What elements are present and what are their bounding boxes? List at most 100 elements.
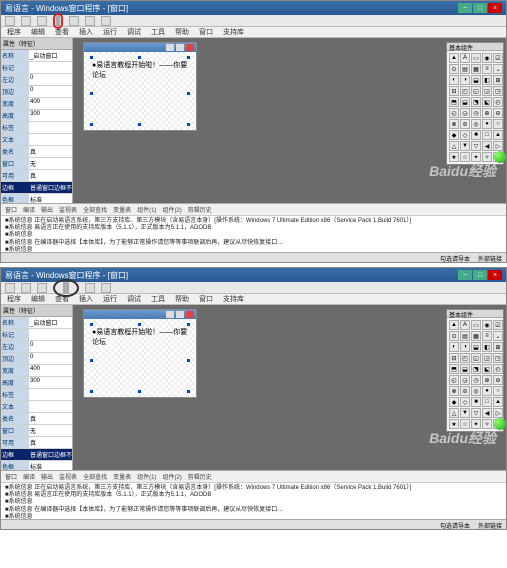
toolbox-tool[interactable]: ⊙ bbox=[449, 331, 459, 341]
toolbox-tool[interactable]: ◵ bbox=[449, 108, 459, 118]
toolbox-tool[interactable]: ▲ bbox=[493, 397, 503, 407]
toolbox-tool[interactable]: ▭ bbox=[471, 320, 481, 330]
handle-icon[interactable] bbox=[138, 123, 141, 126]
handle-icon[interactable] bbox=[90, 56, 93, 59]
design-canvas[interactable]: ●易语言教程开始啦！——你要论坛 基本组件 ▲A▭◉☑⊙▤▦≡⌄◐◑⬓◧⊞⊟◰◱… bbox=[73, 305, 506, 470]
tab-item[interactable]: 窗口 bbox=[5, 472, 17, 481]
property-value[interactable]: 无 bbox=[29, 158, 72, 169]
property-row[interactable]: 高度300 bbox=[1, 377, 72, 389]
handle-icon[interactable] bbox=[187, 359, 190, 362]
property-value[interactable] bbox=[29, 62, 72, 73]
handle-icon[interactable] bbox=[138, 56, 141, 59]
toolbox-tool[interactable]: ◉ bbox=[482, 53, 492, 63]
property-value[interactable]: 真 bbox=[29, 437, 72, 448]
toolbox-tool[interactable]: □ bbox=[482, 397, 492, 407]
tab-item[interactable]: 窗口 bbox=[5, 205, 17, 214]
tab-item[interactable]: 全部查找 bbox=[83, 205, 107, 214]
property-row[interactable]: 文本 bbox=[1, 401, 72, 413]
toolbox-tool[interactable]: ◐ bbox=[449, 75, 459, 85]
property-value[interactable]: 0 bbox=[29, 86, 72, 97]
property-value[interactable]: 0 bbox=[29, 353, 72, 364]
tab-item[interactable]: 组件(2) bbox=[162, 472, 181, 481]
toolbox-tool[interactable]: ⊕ bbox=[482, 108, 492, 118]
toolbox-tool[interactable]: ◇ bbox=[460, 397, 470, 407]
property-row[interactable]: 名称_启动窗口 bbox=[1, 50, 72, 62]
tab-item[interactable]: 编译 bbox=[23, 472, 35, 481]
property-value[interactable]: 0 bbox=[29, 341, 72, 352]
property-row[interactable]: 标签 bbox=[1, 122, 72, 134]
tab-item[interactable]: 变量表 bbox=[113, 472, 131, 481]
property-row[interactable]: 色框标准 bbox=[1, 461, 72, 470]
maximize-button[interactable]: □ bbox=[473, 3, 487, 13]
menu-item[interactable]: 工具 bbox=[151, 294, 165, 304]
property-value[interactable]: 真 bbox=[29, 413, 72, 424]
toolbox-tool[interactable]: ⬓ bbox=[471, 75, 481, 85]
property-value[interactable]: _启动窗口 bbox=[29, 317, 72, 328]
property-value[interactable]: 300 bbox=[29, 110, 72, 121]
toolbox-tool[interactable]: ⊗ bbox=[449, 386, 459, 396]
handle-icon[interactable] bbox=[90, 359, 93, 362]
property-row[interactable]: 边框普通窗口边框不能改… bbox=[1, 449, 72, 461]
toolbox-tool[interactable]: ◎ bbox=[471, 386, 481, 396]
menu-item[interactable]: 编辑 bbox=[31, 27, 45, 37]
toolbox-tool[interactable]: ⊞ bbox=[493, 75, 503, 85]
toolbox-tool[interactable]: ▼ bbox=[460, 141, 470, 151]
toolbox-tool[interactable]: ⊟ bbox=[449, 86, 459, 96]
property-value[interactable]: 普通窗口边框不能改… bbox=[29, 182, 72, 193]
tab-item[interactable]: 编译 bbox=[23, 205, 35, 214]
toolbox-tool[interactable]: ◳ bbox=[493, 353, 503, 363]
tab-item[interactable]: 剪辑历史 bbox=[188, 472, 212, 481]
toolbox-tool[interactable]: ▽ bbox=[471, 408, 481, 418]
handle-icon[interactable] bbox=[138, 323, 141, 326]
toolbox-tool[interactable]: ● bbox=[482, 386, 492, 396]
design-canvas[interactable]: ●易语言教程开始啦！——你要论坛 基本组件 ▲A▭◉☑⊙▤▦≡⌄◐◑⬓◧⊞⊟◰◱… bbox=[73, 38, 506, 203]
toolbox-tool[interactable]: ■ bbox=[471, 130, 481, 140]
toolbox-tool[interactable]: ◐ bbox=[449, 342, 459, 352]
form-close-icon[interactable] bbox=[186, 311, 194, 318]
toolbox-tool[interactable]: ◰ bbox=[460, 353, 470, 363]
property-row[interactable]: 宽度400 bbox=[1, 98, 72, 110]
close-button[interactable]: × bbox=[488, 270, 502, 280]
property-row[interactable]: 高度300 bbox=[1, 110, 72, 122]
tool-save-icon[interactable] bbox=[37, 16, 47, 26]
toolbox-tool[interactable]: ▦ bbox=[471, 64, 481, 74]
tool-stop-icon[interactable] bbox=[101, 283, 111, 293]
form-close-icon[interactable] bbox=[186, 44, 194, 51]
tool-align2-icon[interactable] bbox=[58, 15, 60, 27]
property-row[interactable]: 色框标准 bbox=[1, 194, 72, 203]
form-max-icon[interactable] bbox=[176, 44, 184, 51]
property-value[interactable] bbox=[29, 401, 72, 412]
toolbox-tool[interactable]: ◉ bbox=[482, 320, 492, 330]
form-body[interactable]: ●易语言教程开始啦！——你要论坛 bbox=[84, 52, 196, 130]
toolbox-tool[interactable]: ▷ bbox=[493, 408, 503, 418]
toolbox-tool[interactable]: ○ bbox=[493, 386, 503, 396]
property-value[interactable]: _启动窗口 bbox=[29, 50, 72, 61]
toolbox-tool[interactable]: ◱ bbox=[471, 86, 481, 96]
toolbox-tool[interactable]: ◀ bbox=[482, 408, 492, 418]
toolbox-tool[interactable]: ▦ bbox=[471, 331, 481, 341]
toolbox-tool[interactable]: ◧ bbox=[482, 75, 492, 85]
toolbox-tool[interactable]: ◆ bbox=[449, 397, 459, 407]
toolbox-tool[interactable]: ⬔ bbox=[471, 97, 481, 107]
form-window[interactable]: ●易语言教程开始啦！——你要论坛 bbox=[83, 309, 197, 398]
property-value[interactable]: 300 bbox=[29, 377, 72, 388]
menu-item[interactable]: 支持库 bbox=[223, 27, 244, 37]
property-value[interactable]: 标准 bbox=[29, 194, 72, 203]
menu-item[interactable]: 插入 bbox=[79, 27, 93, 37]
toolbox-tool[interactable]: ◲ bbox=[482, 86, 492, 96]
toolbox-tool[interactable]: ◎ bbox=[471, 119, 481, 129]
toolbox-tool[interactable]: ◴ bbox=[493, 364, 503, 374]
toolbox-tool[interactable]: ≡ bbox=[482, 64, 492, 74]
form-window[interactable]: ●易语言教程开始啦！——你要论坛 bbox=[83, 42, 197, 131]
tool-run-icon[interactable] bbox=[69, 16, 79, 26]
toolbox-tool[interactable]: ▷ bbox=[493, 141, 503, 151]
property-row[interactable]: 顶边0 bbox=[1, 86, 72, 98]
property-row[interactable]: 窗口无 bbox=[1, 425, 72, 437]
toolbox-tool[interactable]: ◴ bbox=[493, 97, 503, 107]
handle-icon[interactable] bbox=[90, 323, 93, 326]
toolbox-tool[interactable]: ⊟ bbox=[449, 353, 459, 363]
toolbox-tool[interactable]: ⬔ bbox=[471, 364, 481, 374]
tab-item[interactable]: 变量表 bbox=[113, 205, 131, 214]
property-row[interactable]: 边框普通窗口边框不能改… bbox=[1, 182, 72, 194]
menu-item[interactable]: 窗口 bbox=[199, 294, 213, 304]
